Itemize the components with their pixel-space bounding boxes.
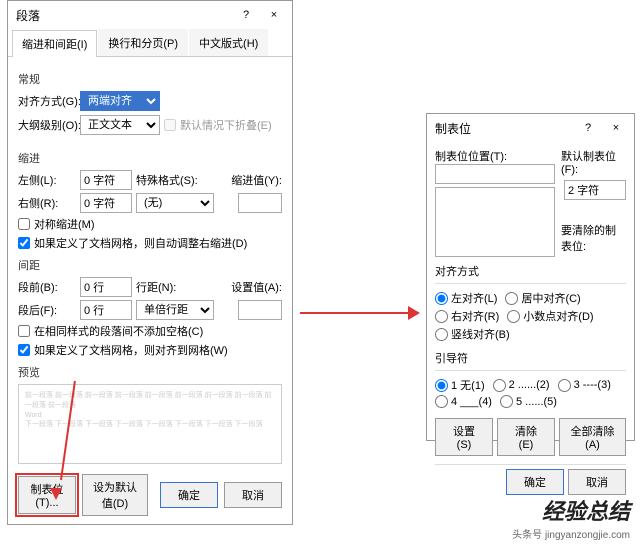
tabstop-pos-input[interactable] (435, 164, 555, 184)
cancel-button[interactable]: 取消 (568, 469, 626, 495)
setval-label: 设置值(A): (231, 279, 282, 295)
pos-label: 制表位位置(T): (435, 148, 555, 164)
leader-radios: 1 无(1) 2 ......(2) 3 ----(3) 4 ___(4) 5 … (435, 375, 626, 410)
align-decimal-radio[interactable]: 小数点对齐(D) (507, 308, 593, 324)
help-button[interactable]: ? (232, 4, 260, 26)
tab-line-page[interactable]: 换行和分页(P) (98, 29, 188, 56)
dialog-title: 制表位 (435, 120, 574, 137)
default-tab-label: 默认制表位(F): (561, 148, 626, 176)
right-indent-input[interactable] (80, 193, 132, 213)
tab-asian[interactable]: 中文版式(H) (189, 29, 268, 56)
arrow-annotation-2 (40, 380, 70, 500)
leader-title: 引导符 (435, 350, 626, 366)
tabstop-listbox[interactable] (435, 187, 555, 257)
spacing-title: 间距 (18, 257, 282, 273)
general-title: 常规 (18, 71, 282, 87)
before-label: 段前(B): (18, 279, 76, 295)
left-indent-input[interactable] (80, 170, 132, 190)
mirror-indent-checkbox[interactable]: 对称缩进(M) (18, 216, 282, 232)
default-tab-input[interactable] (564, 180, 626, 200)
set-button[interactable]: 设置(S) (435, 418, 493, 456)
leader-2-radio[interactable]: 2 ......(2) (493, 377, 550, 393)
outline-select[interactable]: 正文文本 (80, 115, 160, 135)
align-select[interactable]: 两端对齐 (80, 91, 160, 111)
tab-indent-spacing[interactable]: 缩进和间距(I) (12, 30, 97, 57)
indent-value-input[interactable] (238, 193, 282, 213)
indent-title: 缩进 (18, 150, 282, 166)
left-indent-label: 左侧(L): (18, 172, 76, 188)
align-label: 对齐方式(G): (18, 93, 76, 109)
arrow-annotation (300, 310, 420, 316)
snapgrid-checkbox[interactable]: 如果定义了文档网格，则对齐到网格(W) (18, 342, 282, 358)
align-right-radio[interactable]: 右对齐(R) (435, 308, 499, 324)
align-center-radio[interactable]: 居中对齐(C) (505, 290, 580, 306)
tabstop-dialog: 制表位 ? × 制表位位置(T): 默认制表位(F): 要清除的制表位: 对齐方… (426, 113, 635, 441)
clear-tab-label: 要清除的制表位: (561, 222, 626, 254)
clear-button[interactable]: 清除(E) (497, 418, 555, 456)
nospace-checkbox[interactable]: 在相同样式的段落间不添加空格(C) (18, 323, 282, 339)
after-label: 段后(F): (18, 302, 76, 318)
ok-button[interactable]: 确定 (160, 482, 218, 508)
before-input[interactable] (80, 277, 132, 297)
outline-label: 大纲级别(O): (18, 117, 76, 133)
special-select[interactable]: (无) (136, 193, 214, 213)
leader-4-radio[interactable]: 4 ___(4) (435, 395, 492, 408)
titlebar: 制表位 ? × (427, 114, 634, 142)
linespace-select[interactable]: 单倍行距 (136, 300, 214, 320)
special-label: 特殊格式(S): (136, 172, 200, 188)
align-title: 对齐方式 (435, 263, 626, 279)
align-left-radio[interactable]: 左对齐(L) (435, 290, 497, 306)
align-radios: 左对齐(L) 居中对齐(C) 右对齐(R) 小数点对齐(D) 竖线对齐(B) (435, 288, 626, 344)
default-button[interactable]: 设为默认值(D) (82, 474, 148, 516)
clearall-button[interactable]: 全部清除(A) (559, 418, 626, 456)
titlebar: 段落 ? × (8, 1, 292, 29)
leader-1-radio[interactable]: 1 无(1) (435, 377, 485, 393)
indent-value-label: 缩进值(Y): (231, 172, 282, 188)
auto-grid-indent-checkbox[interactable]: 如果定义了文档网格，则自动调整右缩进(D) (18, 235, 282, 251)
collapse-checkbox[interactable]: 默认情况下折叠(E) (164, 117, 272, 133)
tabs: 缩进和间距(I) 换行和分页(P) 中文版式(H) (8, 29, 292, 57)
close-button[interactable]: × (602, 117, 630, 139)
close-button[interactable]: × (260, 4, 288, 26)
help-button[interactable]: ? (574, 117, 602, 139)
dialog-title: 段落 (16, 7, 232, 24)
leader-3-radio[interactable]: 3 ----(3) (558, 377, 611, 393)
watermark: 经验总结 头条号 jingyanzongjie.com (512, 494, 630, 541)
linespace-label: 行距(N): (136, 279, 200, 295)
right-indent-label: 右侧(R): (18, 195, 76, 211)
after-input[interactable] (80, 300, 132, 320)
setval-input[interactable] (238, 300, 282, 320)
preview-title: 预览 (18, 364, 282, 380)
cancel-button[interactable]: 取消 (224, 482, 282, 508)
ok-button[interactable]: 确定 (506, 469, 564, 495)
align-bar-radio[interactable]: 竖线对齐(B) (435, 326, 510, 342)
leader-5-radio[interactable]: 5 ......(5) (500, 395, 557, 408)
